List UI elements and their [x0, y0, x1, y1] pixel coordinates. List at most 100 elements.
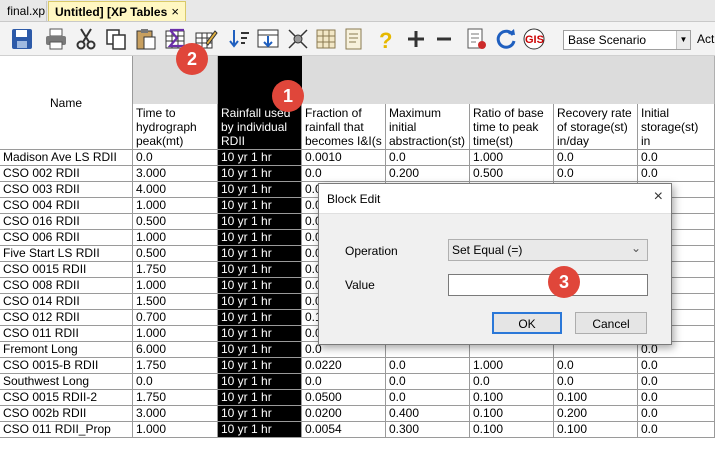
close-icon[interactable]: × — [654, 188, 663, 206]
table-cell[interactable]: 0.200 — [554, 406, 638, 422]
table-cell[interactable]: 0.0 — [638, 406, 715, 422]
table-cell[interactable]: 10 yr 1 hr — [218, 262, 302, 278]
table-cell[interactable]: 0.300 — [386, 422, 470, 438]
table-cell[interactable]: 4.000 — [133, 182, 218, 198]
column-header[interactable]: Initial storage(st) in — [638, 104, 715, 150]
paste-icon[interactable] — [134, 27, 158, 51]
table-cell[interactable]: 3.000 — [133, 166, 218, 182]
table-cell[interactable]: 10 yr 1 hr — [218, 310, 302, 326]
table-cell[interactable]: 1.000 — [133, 278, 218, 294]
help-icon[interactable]: ? — [374, 27, 398, 53]
gis-icon[interactable]: GIS — [522, 27, 546, 51]
table-cell[interactable]: 1.000 — [133, 326, 218, 342]
table-cell[interactable]: 1.000 — [133, 198, 218, 214]
scenario-select[interactable]: Base Scenario ▼ — [563, 30, 691, 50]
table-cell[interactable]: 1.750 — [133, 390, 218, 406]
table-cell[interactable]: 0.100 — [470, 406, 554, 422]
row-name[interactable]: CSO 011 RDII_Prop — [0, 422, 133, 438]
name-column-header[interactable]: Name — [0, 56, 133, 150]
table-cell[interactable]: 10 yr 1 hr — [218, 230, 302, 246]
row-name[interactable]: CSO 016 RDII — [0, 214, 133, 230]
table-cell[interactable]: 10 yr 1 hr — [218, 198, 302, 214]
table-cell[interactable]: 0.0 — [554, 358, 638, 374]
table-cell[interactable]: 0.0 — [386, 150, 470, 166]
sort-icon[interactable] — [228, 27, 252, 51]
table-cell[interactable]: 0.0500 — [302, 390, 386, 406]
table-cell[interactable]: 1.000 — [470, 358, 554, 374]
table-cell[interactable]: 0.0220 — [302, 358, 386, 374]
table-cell[interactable]: 10 yr 1 hr — [218, 358, 302, 374]
add-row-icon[interactable] — [404, 27, 428, 51]
table-cell[interactable]: 1.750 — [133, 358, 218, 374]
column-header[interactable]: Maximum initial abstraction(st) — [386, 104, 470, 150]
row-name[interactable]: Southwest Long — [0, 374, 133, 390]
notes-icon[interactable] — [342, 27, 366, 51]
row-name[interactable]: CSO 0015-B RDII — [0, 358, 133, 374]
table-cell[interactable]: 0.0 — [638, 166, 715, 182]
row-name[interactable]: CSO 002b RDII — [0, 406, 133, 422]
tab-xp-tables[interactable]: Untitled] [XP Tables × — [48, 1, 186, 21]
table-cell[interactable]: 6.000 — [133, 342, 218, 358]
table-cell[interactable]: 0.0 — [386, 390, 470, 406]
chevron-down-icon[interactable]: ▼ — [676, 31, 690, 49]
row-name[interactable]: CSO 011 RDII — [0, 326, 133, 342]
table-cell[interactable]: 0.100 — [554, 390, 638, 406]
table-cell[interactable]: 0.0 — [638, 390, 715, 406]
refresh-icon[interactable] — [494, 27, 518, 51]
row-name[interactable]: CSO 004 RDII — [0, 198, 133, 214]
table-cell[interactable]: 0.0 — [638, 374, 715, 390]
table-cell[interactable]: 10 yr 1 hr — [218, 406, 302, 422]
row-name[interactable]: Fremont Long — [0, 342, 133, 358]
table-cell[interactable]: 10 yr 1 hr — [218, 422, 302, 438]
table-cell[interactable]: 0.0 — [302, 374, 386, 390]
table-cell[interactable]: 0.500 — [133, 246, 218, 262]
table-row[interactable]: CSO 0015-B RDII 1.750 10 yr 1 hr 0.0220 0.0 1… — [0, 358, 715, 374]
print-icon[interactable] — [44, 27, 68, 51]
table-row[interactable]: Southwest Long 0.0 10 yr 1 hr 0.0 0.0 0.0 0.0 0… — [0, 374, 715, 390]
table-cell[interactable]: 0.0 — [554, 374, 638, 390]
table-cell[interactable]: 10 yr 1 hr — [218, 294, 302, 310]
save-icon[interactable] — [10, 27, 34, 51]
table-cell[interactable]: 1.000 — [133, 230, 218, 246]
table-cell[interactable]: 0.700 — [133, 310, 218, 326]
table-cell[interactable]: 3.000 — [133, 406, 218, 422]
table-cell[interactable]: 0.0 — [638, 422, 715, 438]
row-name[interactable]: CSO 0015 RDII — [0, 262, 133, 278]
table-cell[interactable]: 10 yr 1 hr — [218, 342, 302, 358]
table-cell[interactable]: 10 yr 1 hr — [218, 390, 302, 406]
row-name[interactable]: CSO 003 RDII — [0, 182, 133, 198]
table-cell[interactable]: 0.400 — [386, 406, 470, 422]
select-icon[interactable] — [286, 27, 310, 51]
table-row[interactable]: CSO 002b RDII 3.000 10 yr 1 hr 0.0200 0.400 0… — [0, 406, 715, 422]
table-cell[interactable]: 1.000 — [133, 422, 218, 438]
cut-icon[interactable] — [74, 27, 98, 51]
tab-final-xp[interactable]: final.xp — [1, 1, 47, 21]
table-cell[interactable]: 10 yr 1 hr — [218, 246, 302, 262]
operation-select[interactable]: Set Equal (=) ⌄ — [448, 239, 648, 261]
table-cell[interactable]: 0.100 — [470, 390, 554, 406]
table-cell[interactable]: 10 yr 1 hr — [218, 166, 302, 182]
table-cell[interactable]: 0.100 — [470, 422, 554, 438]
table-cell[interactable]: 0.0 — [386, 358, 470, 374]
report-icon[interactable] — [464, 27, 488, 51]
ok-button[interactable]: OK — [492, 312, 562, 334]
row-name[interactable]: Five Start LS RDII — [0, 246, 133, 262]
table-cell[interactable]: 10 yr 1 hr — [218, 214, 302, 230]
row-name[interactable]: CSO 012 RDII — [0, 310, 133, 326]
row-name[interactable]: Madison Ave LS RDII — [0, 150, 133, 166]
table-row[interactable]: CSO 011 RDII_Prop 1.000 10 yr 1 hr 0.0054 0.… — [0, 422, 715, 438]
remove-row-icon[interactable] — [432, 27, 456, 51]
table-cell[interactable]: 0.0 — [386, 374, 470, 390]
close-icon[interactable]: × — [171, 4, 179, 19]
table-cell[interactable]: 0.0 — [302, 166, 386, 182]
table-cell[interactable]: 0.0054 — [302, 422, 386, 438]
table-cell[interactable]: 0.0 — [638, 358, 715, 374]
table-cell[interactable]: 0.0 — [554, 166, 638, 182]
table-cell[interactable]: 10 yr 1 hr — [218, 182, 302, 198]
table-cell[interactable]: 0.200 — [386, 166, 470, 182]
table-cell[interactable]: 0.0200 — [302, 406, 386, 422]
table-cell[interactable]: 10 yr 1 hr — [218, 326, 302, 342]
table-cell[interactable]: 10 yr 1 hr — [218, 150, 302, 166]
table-cell[interactable]: 10 yr 1 hr — [218, 278, 302, 294]
row-name[interactable]: CSO 008 RDII — [0, 278, 133, 294]
